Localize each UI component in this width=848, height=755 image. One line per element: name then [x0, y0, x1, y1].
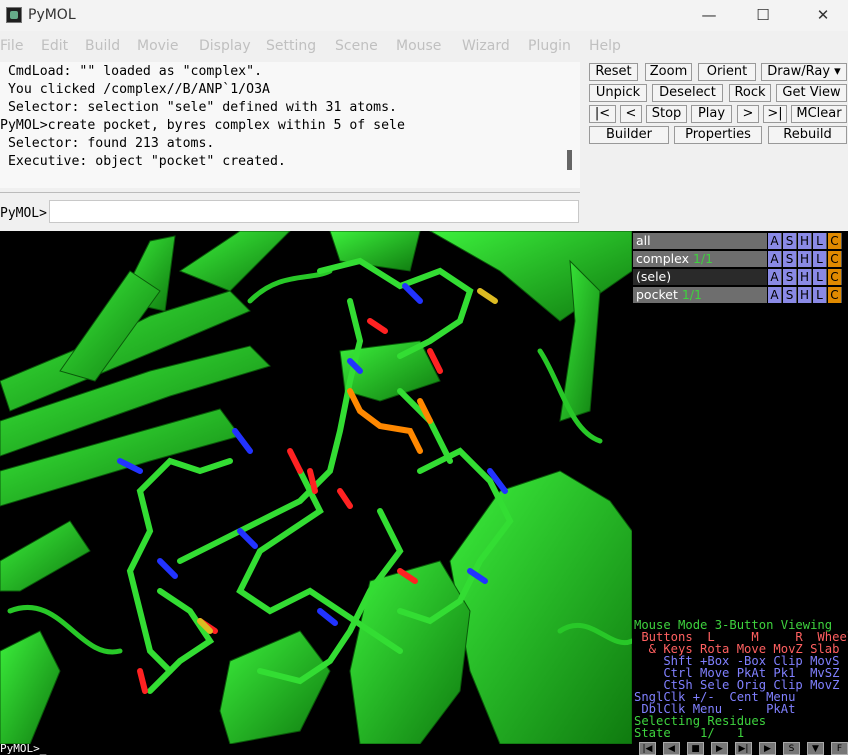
console-line: Executive: object "pocket" created. [0, 154, 286, 169]
play-icon[interactable]: ▶ [711, 742, 728, 755]
show-button[interactable]: S [783, 269, 797, 285]
hide-button[interactable]: H [798, 269, 812, 285]
rebuild-button[interactable]: Rebuild [768, 126, 847, 144]
stop-button[interactable]: Stop [646, 105, 687, 123]
reset-button[interactable]: Reset [589, 63, 638, 81]
mouse-mode-panel: Mouse Mode 3-Button Viewing Buttons L M … [632, 617, 848, 744]
command-prompt-label: PyMOL> [0, 206, 47, 221]
menu-wizard[interactable]: Wizard [462, 38, 510, 54]
orient-button[interactable]: Orient [698, 63, 756, 81]
menu-mouse[interactable]: Mouse [396, 38, 441, 54]
zoom-button[interactable]: Zoom [645, 63, 692, 81]
object-name: pocket [636, 287, 678, 302]
menu-bar: File Edit Build Movie Display Setting Sc… [0, 36, 848, 58]
label-button[interactable]: L [813, 233, 827, 249]
console-scrollbar[interactable] [567, 150, 572, 170]
menu-setting[interactable]: Setting [266, 38, 316, 54]
color-button[interactable]: C [828, 233, 842, 249]
stop-icon[interactable]: ■ [687, 742, 704, 755]
menu-movie[interactable]: Movie [137, 38, 178, 54]
object-state: 1/1 [681, 287, 702, 302]
action-button[interactable]: A [768, 287, 782, 303]
console-line: PyMOL>create pocket, byres complex withi… [0, 118, 405, 133]
show-button[interactable]: S [783, 251, 797, 267]
mclear-button[interactable]: MClear [791, 105, 847, 123]
console-line: CmdLoad: "" loaded as "complex". [0, 64, 263, 79]
console-line: Selector: selection "sele" defined with … [0, 100, 397, 115]
label-button[interactable]: L [813, 287, 827, 303]
scene-button[interactable]: S [783, 742, 800, 755]
molecular-viewer[interactable] [0, 231, 632, 744]
draw-ray-button[interactable]: Draw/Ray ▾ [761, 63, 847, 81]
viewer-command-line[interactable]: PyMOL>_ [0, 743, 632, 755]
molecule-rendering [0, 231, 632, 744]
color-button[interactable]: C [828, 269, 842, 285]
color-button[interactable]: C [828, 287, 842, 303]
label-button[interactable]: L [813, 269, 827, 285]
state-readout: State 1/ 1 [634, 726, 745, 740]
object-state: 1/1 [692, 251, 714, 266]
object-name: (sele) [636, 269, 672, 284]
object-row-sele[interactable]: (sele) [633, 269, 767, 285]
label-button[interactable]: L [813, 251, 827, 267]
show-button[interactable]: S [783, 233, 797, 249]
console-output[interactable]: CmdLoad: "" loaded as "complex". You cli… [0, 62, 580, 188]
object-name: complex [636, 251, 689, 266]
title-bar: PyMOL — ☐ ✕ [0, 0, 848, 31]
first-frame-button[interactable]: |< [589, 105, 616, 123]
deselect-button[interactable]: Deselect [652, 84, 723, 102]
pymol-logo-icon [6, 7, 22, 23]
chevron-down-icon[interactable]: ▼ [807, 742, 824, 755]
console-line: Selector: found 213 atoms. [0, 136, 215, 151]
color-button[interactable]: C [828, 251, 842, 267]
last-frame-button[interactable]: >| [763, 105, 787, 123]
command-input[interactable] [49, 200, 579, 223]
divider [0, 192, 580, 193]
object-name: all [636, 233, 651, 248]
get-view-button[interactable]: Get View [776, 84, 847, 102]
minimize-button[interactable]: — [686, 0, 732, 31]
object-row-all[interactable]: all [633, 233, 767, 249]
window-title: PyMOL [28, 7, 76, 23]
builder-button[interactable]: Builder [589, 126, 669, 144]
play-button[interactable]: Play [691, 105, 732, 123]
menu-display[interactable]: Display [199, 38, 251, 54]
rewind-icon[interactable]: |◀ [639, 742, 656, 755]
properties-button[interactable]: Properties [674, 126, 762, 144]
prev-frame-button[interactable]: < [620, 105, 642, 123]
unpick-button[interactable]: Unpick [589, 84, 647, 102]
object-row-complex[interactable]: complex 1/1 [633, 251, 767, 267]
action-button[interactable]: A [768, 269, 782, 285]
action-button[interactable]: A [768, 233, 782, 249]
menu-plugin[interactable]: Plugin [528, 38, 571, 54]
next-frame-button[interactable]: > [737, 105, 759, 123]
hide-button[interactable]: H [798, 251, 812, 267]
maximize-button[interactable]: ☐ [740, 0, 786, 31]
hide-button[interactable]: H [798, 287, 812, 303]
show-button[interactable]: S [783, 287, 797, 303]
console-line: You clicked /complex//B/ANP`1/O3A [0, 82, 270, 97]
action-button[interactable]: A [768, 251, 782, 267]
object-row-pocket[interactable]: pocket 1/1 [633, 287, 767, 303]
menu-file[interactable]: File [0, 38, 23, 54]
menu-help[interactable]: Help [589, 38, 621, 54]
full-screen-button[interactable]: F [831, 742, 848, 755]
menu-edit[interactable]: Edit [41, 38, 68, 54]
close-button[interactable]: ✕ [800, 0, 846, 31]
step-back-icon[interactable]: ◀ [663, 742, 680, 755]
step-forward-icon[interactable]: ▶ [759, 742, 776, 755]
menu-scene[interactable]: Scene [335, 38, 378, 54]
rock-button[interactable]: Rock [729, 84, 771, 102]
hide-button[interactable]: H [798, 233, 812, 249]
forward-end-icon[interactable]: ▶| [735, 742, 752, 755]
menu-build[interactable]: Build [85, 38, 120, 54]
